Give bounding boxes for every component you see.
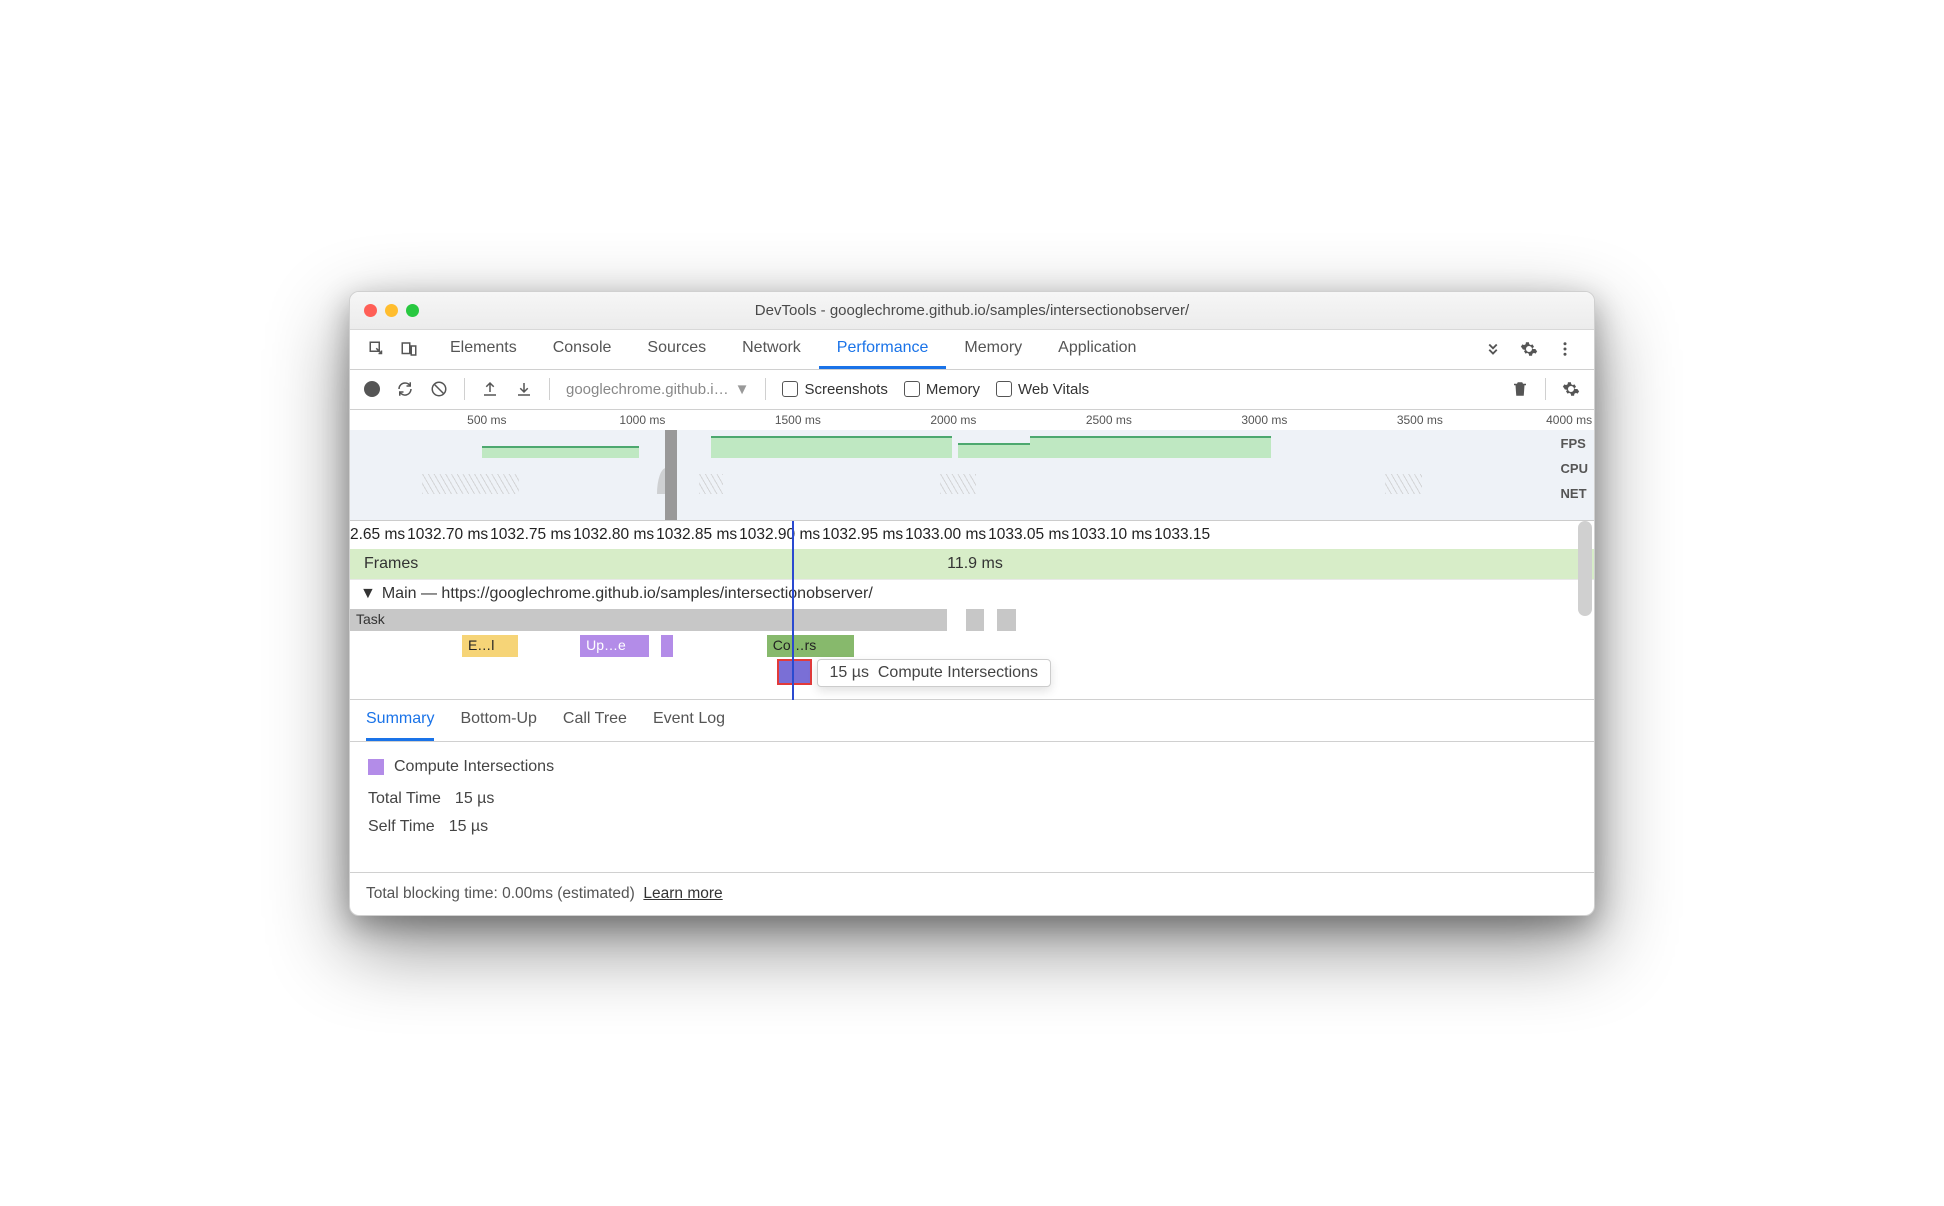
tab-application[interactable]: Application xyxy=(1040,330,1154,369)
upload-icon[interactable] xyxy=(481,380,499,398)
tab-performance[interactable]: Performance xyxy=(819,330,947,369)
flame-event-purple[interactable] xyxy=(661,635,673,657)
download-icon[interactable] xyxy=(515,380,533,398)
total-time-value: 15 µs xyxy=(455,790,494,808)
total-time-label: Total Time xyxy=(368,790,441,808)
main-thread-header[interactable]: ▼ Main — https://googlechrome.github.io/… xyxy=(350,579,1594,609)
page-selector[interactable]: googlechrome.github.i… ▼ xyxy=(566,381,749,398)
playhead[interactable] xyxy=(792,521,794,700)
timeline-overview[interactable]: 500 ms 1000 ms 1500 ms 2000 ms 2500 ms 3… xyxy=(350,410,1594,521)
window-title: DevTools - googlechrome.github.io/sample… xyxy=(350,302,1594,319)
capture-settings-gear-icon[interactable] xyxy=(1562,380,1580,398)
flame-event-purple[interactable]: Up…e xyxy=(580,635,648,657)
inspect-element-icon[interactable] xyxy=(368,340,386,358)
tab-elements[interactable]: Elements xyxy=(432,330,535,369)
flame-event-green[interactable]: Co…rs xyxy=(767,635,854,657)
tab-memory[interactable]: Memory xyxy=(946,330,1040,369)
tab-summary[interactable]: Summary xyxy=(366,710,434,741)
self-time-label: Self Time xyxy=(368,818,435,836)
close-window-button[interactable] xyxy=(364,304,377,317)
panel-tabs: Elements Console Sources Network Perform… xyxy=(350,330,1594,370)
frame-duration: 11.9 ms xyxy=(947,555,1003,573)
tab-call-tree[interactable]: Call Tree xyxy=(563,710,627,741)
event-tooltip: 15 µs Compute Intersections xyxy=(817,659,1051,687)
tab-network[interactable]: Network xyxy=(724,330,819,369)
gear-icon[interactable] xyxy=(1520,340,1538,358)
flame-event-yellow[interactable]: E…l xyxy=(462,635,518,657)
more-tabs-icon[interactable] xyxy=(1484,340,1502,358)
reload-icon[interactable] xyxy=(396,380,414,398)
record-button[interactable] xyxy=(364,381,380,397)
devtools-window: DevTools - googlechrome.github.io/sample… xyxy=(349,291,1595,916)
device-toolbar-icon[interactable] xyxy=(400,340,418,358)
zoom-window-button[interactable] xyxy=(406,304,419,317)
window-controls xyxy=(364,304,419,317)
selected-event-compute-intersections[interactable] xyxy=(779,661,810,683)
summary-panel: Compute Intersections Total Time 15 µs Se… xyxy=(350,742,1594,872)
frames-lane[interactable]: Frames 11.9 ms xyxy=(350,549,1594,579)
fps-lane xyxy=(350,436,1554,458)
task-bar[interactable]: Task xyxy=(350,609,947,631)
event-color-swatch xyxy=(368,759,384,775)
task-bar[interactable] xyxy=(966,609,985,631)
performance-toolbar: googlechrome.github.i… ▼ Screenshots Mem… xyxy=(350,370,1594,410)
blocking-time-text: Total blocking time: 0.00ms (estimated) xyxy=(366,885,635,902)
tab-event-log[interactable]: Event Log xyxy=(653,710,725,741)
page-selector-label: googlechrome.github.i… xyxy=(566,381,729,398)
frames-label: Frames xyxy=(350,555,418,573)
task-bar[interactable] xyxy=(997,609,1016,631)
learn-more-link[interactable]: Learn more xyxy=(643,885,722,902)
tab-bottom-up[interactable]: Bottom-Up xyxy=(460,710,536,741)
screenshots-checkbox[interactable]: Screenshots xyxy=(782,381,887,398)
fps-label: FPS xyxy=(1561,436,1588,451)
clear-icon[interactable] xyxy=(430,380,448,398)
overview-ruler: 500 ms 1000 ms 1500 ms 2000 ms 2500 ms 3… xyxy=(350,410,1594,430)
chevron-down-icon[interactable]: ▼ xyxy=(360,585,376,603)
scrollbar[interactable] xyxy=(1578,521,1592,616)
tab-sources[interactable]: Sources xyxy=(629,330,724,369)
titlebar[interactable]: DevTools - googlechrome.github.io/sample… xyxy=(350,292,1594,330)
cpu-label: CPU xyxy=(1561,461,1588,476)
flame-chart[interactable]: Task E…l Up…e Co…rs 15 µs Compute Inters… xyxy=(350,609,1594,700)
memory-checkbox[interactable]: Memory xyxy=(904,381,980,398)
tab-console[interactable]: Console xyxy=(535,330,630,369)
cpu-lane xyxy=(350,464,1554,494)
main-thread-label: Main — https://googlechrome.github.io/sa… xyxy=(382,585,873,603)
flame-chart-area[interactable]: 2.65 ms1032.70 ms1032.75 ms1032.80 ms103… xyxy=(350,521,1594,700)
trash-icon[interactable] xyxy=(1511,380,1529,398)
detail-ruler: 2.65 ms1032.70 ms1032.75 ms1032.80 ms103… xyxy=(350,521,1594,549)
overview-viewport-handle[interactable] xyxy=(665,430,677,520)
footer: Total blocking time: 0.00ms (estimated) … xyxy=(350,872,1594,915)
detail-tabs: Summary Bottom-Up Call Tree Event Log xyxy=(350,700,1594,742)
web-vitals-checkbox[interactable]: Web Vitals xyxy=(996,381,1089,398)
event-name: Compute Intersections xyxy=(394,758,554,776)
self-time-value: 15 µs xyxy=(449,818,488,836)
net-label: NET xyxy=(1561,486,1588,501)
minimize-window-button[interactable] xyxy=(385,304,398,317)
kebab-menu-icon[interactable] xyxy=(1556,340,1574,358)
